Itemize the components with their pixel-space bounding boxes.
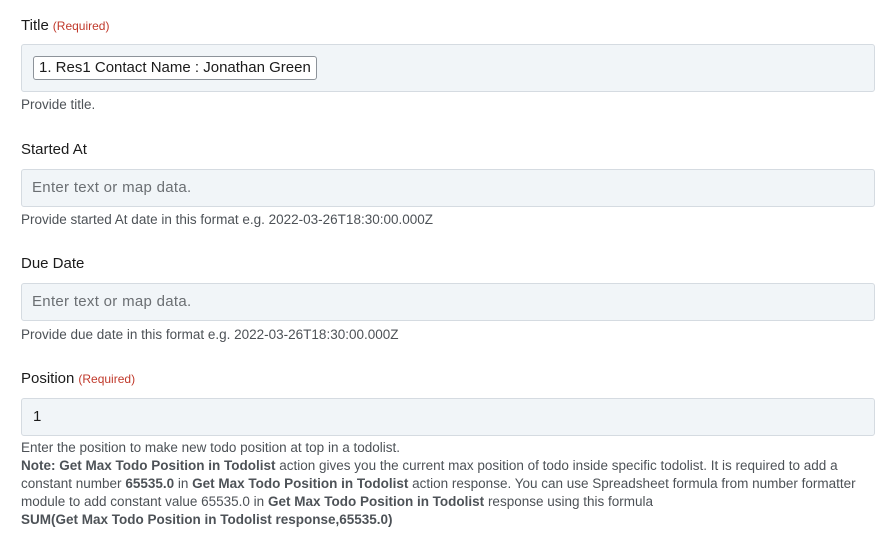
- started-at-placeholder: Enter text or map data.: [32, 179, 192, 196]
- position-note: Note: Get Max Todo Position in Todolist …: [21, 457, 875, 529]
- due-date-help-text: Provide due date in this format e.g. 202…: [21, 327, 399, 342]
- note-text-3: response using this formula: [484, 494, 654, 509]
- started-at-help-text: Provide started At date in this format e…: [21, 212, 434, 227]
- due-date-input[interactable]: Enter text or map data.: [21, 283, 875, 321]
- note-label: Note:: [21, 458, 56, 473]
- position-help-line: Enter the position to make new todo posi…: [21, 440, 400, 455]
- position-required-tag: (Required): [78, 372, 136, 386]
- note-constant: 65535.0: [125, 476, 175, 491]
- started-at-input[interactable]: Enter text or map data.: [21, 169, 875, 207]
- position-field-group: Position (Required) 1 Enter the position …: [21, 370, 875, 550]
- started-at-field-group: Started At Enter text or map data. Provi…: [21, 141, 875, 231]
- note-action-name: Get Max Todo Position in Todolist: [59, 458, 276, 473]
- note-action-name-2: Get Max Todo Position in Todolist: [192, 476, 409, 491]
- due-date-field-group: Due Date Enter text or map data. Provide…: [21, 255, 875, 345]
- position-help-text: Enter the position to make new todo posi…: [21, 439, 875, 529]
- started-at-label: Started At: [21, 141, 87, 158]
- position-input[interactable]: 1: [21, 398, 875, 436]
- title-required-tag: (Required): [52, 19, 110, 33]
- form: Title (Required) 1. Res1 Contact Name : J…: [0, 0, 895, 553]
- title-field-group: Title (Required) 1. Res1 Contact Name : J…: [21, 17, 875, 117]
- due-date-label: Due Date: [21, 255, 85, 272]
- title-input[interactable]: 1. Res1 Contact Name : Jonathan Green: [21, 44, 875, 92]
- mapped-data-pill[interactable]: 1. Res1 Contact Name : Jonathan Green: [33, 56, 317, 80]
- note-action-name-3: Get Max Todo Position in Todolist: [267, 494, 485, 509]
- due-date-placeholder: Enter text or map data.: [32, 293, 192, 310]
- title-help-text: Provide title.: [21, 97, 96, 112]
- title-label: Title: [21, 17, 49, 34]
- position-value: 1: [33, 408, 42, 425]
- position-label: Position: [21, 370, 75, 387]
- note-in: in: [174, 476, 193, 491]
- note-formula: SUM(Get Max Todo Position in Todolist re…: [21, 512, 393, 527]
